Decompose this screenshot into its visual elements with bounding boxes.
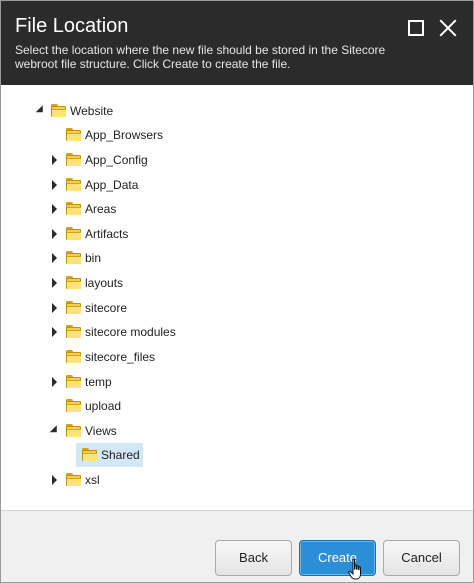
tree-node-shared[interactable]: Shared — [76, 443, 143, 467]
expand-arrow-icon[interactable] — [49, 222, 61, 246]
folder-icon — [66, 375, 81, 388]
tree-node-app-data[interactable]: App_Data — [49, 173, 249, 197]
tree-node-label: Shared — [101, 448, 140, 462]
expand-arrow-icon[interactable] — [49, 197, 61, 221]
tree-node-label: Areas — [85, 202, 117, 216]
expand-arrow-icon[interactable] — [49, 246, 61, 270]
expand-arrow-icon[interactable] — [49, 148, 61, 172]
tree-node-label: xsl — [85, 473, 100, 487]
collapse-arrow-icon[interactable] — [49, 419, 61, 443]
dialog-header: File Location Select the location where … — [1, 1, 473, 85]
folder-icon — [66, 276, 81, 289]
folder-icon — [66, 153, 81, 166]
tree-node-label: App_Config — [85, 153, 148, 167]
file-location-dialog: File Location Select the location where … — [0, 0, 474, 583]
expand-arrow-icon[interactable] — [49, 173, 61, 197]
folder-icon — [66, 301, 81, 314]
tree-node-app-browsers[interactable]: App_Browsers — [49, 123, 249, 147]
folder-icon — [66, 399, 81, 412]
collapse-arrow-icon[interactable] — [35, 99, 47, 123]
folder-open-icon — [82, 448, 97, 461]
tree-node-label: App_Browsers — [85, 128, 164, 142]
expand-arrow-icon[interactable] — [49, 320, 61, 344]
tree-node-label: sitecore — [85, 301, 128, 315]
tree-node-layouts[interactable]: layouts — [49, 271, 249, 295]
folder-icon — [66, 227, 81, 240]
folder-icon — [66, 128, 81, 141]
tree-node-xsl[interactable]: xsl — [49, 468, 249, 492]
tree-node-label: temp — [85, 375, 112, 389]
tree-node-sitecore-modules[interactable]: sitecore modules — [49, 320, 249, 344]
folder-icon — [66, 424, 81, 437]
tree-node-views[interactable]: Views — [49, 419, 249, 443]
folder-icon — [66, 178, 81, 191]
back-button[interactable]: Back — [215, 540, 292, 576]
folder-icon — [66, 473, 81, 486]
tree-node-temp[interactable]: temp — [49, 370, 249, 394]
tree-node-label: layouts — [85, 276, 124, 290]
tree-node-upload[interactable]: upload — [49, 394, 249, 418]
maximize-icon — [408, 20, 424, 36]
tree-node-label: Website — [70, 104, 114, 118]
tree-node-label: Artifacts — [85, 227, 129, 241]
folder-icon — [66, 202, 81, 215]
expand-arrow-icon[interactable] — [49, 468, 61, 492]
tree-node-bin[interactable]: bin — [49, 246, 249, 270]
cancel-button[interactable]: Cancel — [383, 540, 460, 576]
tree-node-label: sitecore modules — [85, 325, 176, 339]
tree-node-areas[interactable]: Areas — [49, 197, 249, 221]
tree-node-artifacts[interactable]: Artifacts — [49, 222, 249, 246]
dialog-footer: Back Create Cancel — [1, 510, 473, 582]
dialog-title: File Location — [15, 15, 129, 37]
tree-node-label: App_Data — [85, 178, 139, 192]
tree-node-label: bin — [85, 251, 102, 265]
tree-node-sitecore[interactable]: sitecore — [49, 296, 249, 320]
tree-node-sitecore-files[interactable]: sitecore_files — [49, 345, 249, 369]
folder-icon — [51, 104, 66, 117]
expand-arrow-icon[interactable] — [49, 370, 61, 394]
dialog-description: Select the location where the new file s… — [15, 43, 386, 71]
expand-arrow-icon[interactable] — [49, 271, 61, 295]
maximize-button[interactable] — [403, 15, 429, 41]
folder-tree: Website App_Browsers App_Config App_Data… — [1, 85, 473, 510]
close-button[interactable] — [435, 15, 461, 41]
tree-node-website[interactable]: Website — [35, 99, 235, 123]
folder-icon — [66, 325, 81, 338]
hand-cursor-icon — [348, 558, 361, 580]
folder-icon — [66, 350, 81, 363]
tree-node-app-config[interactable]: App_Config — [49, 148, 249, 172]
folder-icon — [66, 251, 81, 264]
tree-node-label: sitecore_files — [85, 350, 156, 364]
tree-node-label: Views — [85, 424, 117, 438]
expand-arrow-icon[interactable] — [49, 296, 61, 320]
tree-node-label: upload — [85, 399, 122, 413]
